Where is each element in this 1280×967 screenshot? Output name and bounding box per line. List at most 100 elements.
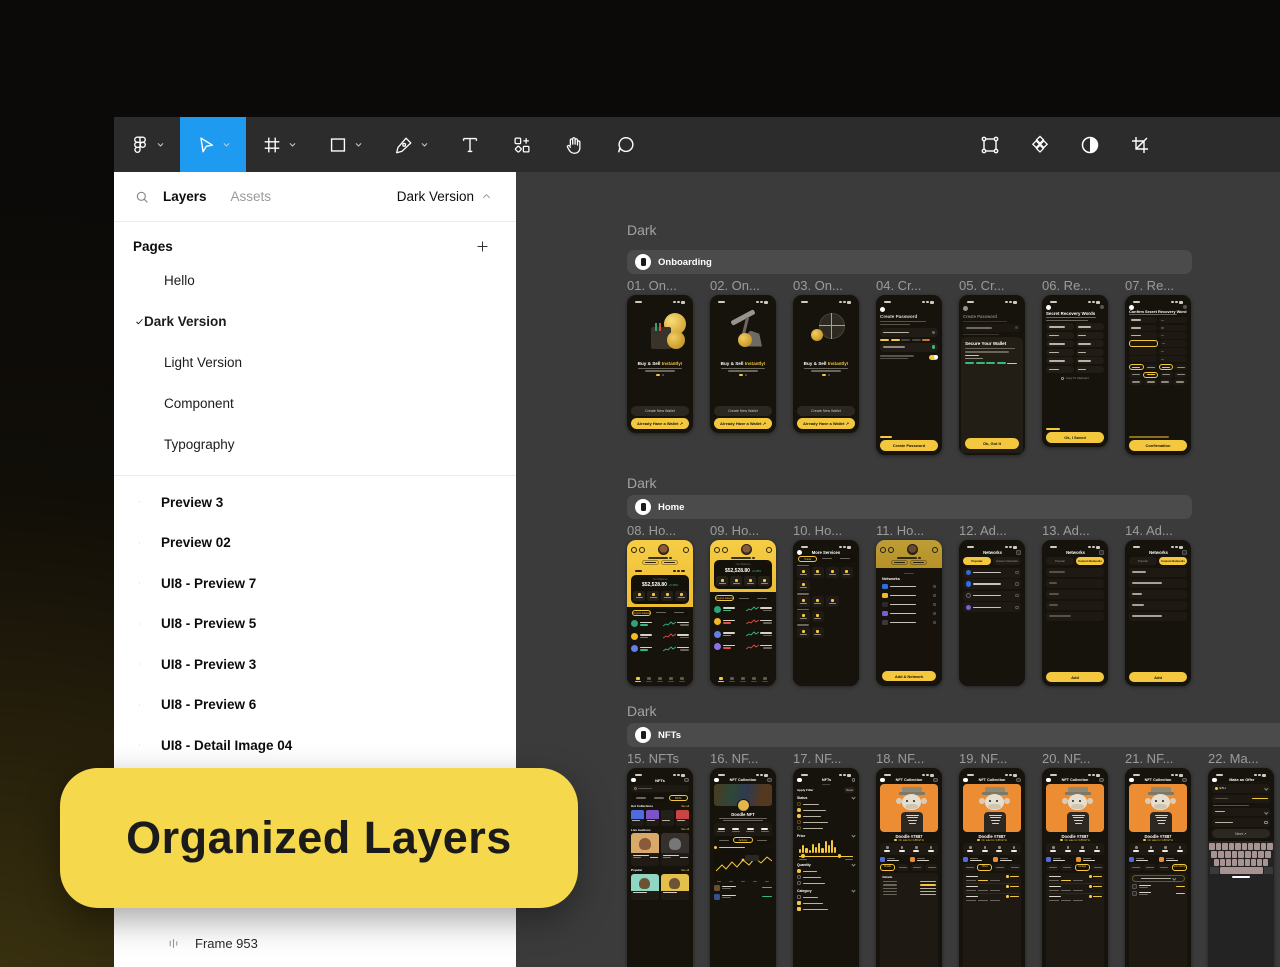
frame-title[interactable]: 03. On... <box>793 278 843 293</box>
key[interactable] <box>1209 843 1214 850</box>
app-screen-frame[interactable]: NFTsApply FilterResetStatusPriceQuantity… <box>793 768 859 967</box>
frame-item-5[interactable]: UI8 - Preview 3 <box>114 644 516 685</box>
key[interactable] <box>1254 843 1259 850</box>
app-screen-frame[interactable]: NetworksPopularCustom Networks <box>959 540 1025 686</box>
frame-title[interactable]: 17. NF... <box>793 751 841 766</box>
key[interactable] <box>1248 843 1253 850</box>
frame-title[interactable]: 14. Ad... <box>1125 523 1173 538</box>
app-screen-frame[interactable]: NFT CollectionDoodle #7887On sale for 3.… <box>1125 768 1191 967</box>
app-screen-frame[interactable]: NetworksPopularCustom NetworksAdd <box>1125 540 1191 686</box>
key[interactable] <box>1220 859 1225 866</box>
toolbar-mask[interactable] <box>1076 133 1104 157</box>
toolbar-crop[interactable] <box>1126 133 1154 157</box>
toolbar-actions-tool[interactable] <box>496 117 548 172</box>
key[interactable] <box>1225 851 1231 858</box>
key[interactable] <box>1222 843 1227 850</box>
tab-chip[interactable]: Trade <box>798 556 817 562</box>
section-header-bar[interactable]: Home <box>627 495 1192 519</box>
frame-title[interactable]: 08. Ho... <box>627 523 676 538</box>
app-screen-frame[interactable]: Create PasswordSecure Your WalletOk, Got… <box>959 295 1025 455</box>
key[interactable] <box>1229 843 1234 850</box>
app-screen-frame[interactable]: NetworksAdd A Network <box>876 540 942 686</box>
page-label[interactable]: Dark <box>627 222 657 238</box>
page-label[interactable]: Dark <box>627 703 657 719</box>
toolbar-edit-object[interactable] <box>976 133 1004 157</box>
page-item-light-version[interactable]: Light Version <box>114 342 516 383</box>
frame-title[interactable]: 13. Ad... <box>1042 523 1090 538</box>
key[interactable] <box>1238 859 1243 866</box>
tab-chip[interactable]: NFTs <box>669 795 688 801</box>
frame-title[interactable]: 18. NF... <box>876 751 924 766</box>
key[interactable] <box>1226 859 1231 866</box>
toolbar-pen-tool[interactable] <box>378 117 444 172</box>
toolbar-move-tool[interactable] <box>180 117 246 172</box>
tab-chip[interactable] <box>652 610 669 616</box>
key[interactable] <box>1261 843 1266 850</box>
space-key[interactable] <box>1220 867 1263 874</box>
search-icon[interactable] <box>134 189 150 205</box>
page-item-hello[interactable]: Hello <box>114 260 516 301</box>
frame-title[interactable]: 20. NF... <box>1042 751 1090 766</box>
app-screen-frame[interactable]: NFT CollectionDoodle NFTActivity <box>710 768 776 967</box>
frame-title[interactable]: 04. Cr... <box>876 278 922 293</box>
add-page-button[interactable] <box>475 239 490 254</box>
key[interactable] <box>1258 851 1264 858</box>
section-header-bar[interactable]: NFTs <box>627 723 1280 747</box>
key[interactable] <box>1267 843 1272 850</box>
frame-item-4[interactable]: UI8 - Preview 5 <box>114 604 516 645</box>
app-screen-frame[interactable]: Confirm Secret Recovery WordConfirmation <box>1125 295 1191 455</box>
key[interactable] <box>1245 859 1250 866</box>
tab-chip[interactable]: Activity <box>733 837 752 843</box>
key[interactable] <box>1232 859 1237 866</box>
key[interactable] <box>1238 851 1244 858</box>
frame-title[interactable]: 10. Ho... <box>793 523 842 538</box>
frame-title[interactable]: 05. Cr... <box>959 278 1005 293</box>
app-screen-frame[interactable]: NFTsNFTsHot CollectionsSee allLive Aucti… <box>627 768 693 967</box>
section-header-bar[interactable]: Onboarding <box>627 250 1192 274</box>
app-screen-frame[interactable]: Your Balance$52,528.80+5.38%Crypto Asset… <box>710 540 776 686</box>
app-screen-frame[interactable]: Secret Recovery WordsCopy To ClipboardOk… <box>1042 295 1108 447</box>
frame-title[interactable]: 06. Re... <box>1042 278 1091 293</box>
frame-item-2[interactable]: Preview 02 <box>114 523 516 564</box>
frame-title[interactable]: 09. Ho... <box>710 523 759 538</box>
frame-item-6[interactable]: UI8 - Preview 6 <box>114 685 516 726</box>
app-screen-frame[interactable]: Create PasswordCreate Password <box>876 295 942 455</box>
frame-title[interactable]: 01. On... <box>627 278 677 293</box>
shift-key[interactable] <box>1210 867 1219 874</box>
tab-chip[interactable] <box>754 595 771 601</box>
tab-layers[interactable]: Layers <box>163 189 207 204</box>
tab-chip[interactable] <box>650 795 667 801</box>
tab-chip[interactable] <box>671 610 688 616</box>
frame-title[interactable]: 12. Ad... <box>959 523 1007 538</box>
key[interactable] <box>1211 851 1217 858</box>
tab-chip[interactable] <box>632 795 649 801</box>
key[interactable] <box>1232 851 1238 858</box>
page-label[interactable]: Dark <box>627 475 657 491</box>
frame-title[interactable]: 16. NF... <box>710 751 758 766</box>
layer-item-frame-953[interactable]: Frame 953 <box>114 928 516 958</box>
version-dropdown[interactable]: Dark Version <box>397 189 492 204</box>
app-screen-frame[interactable]: NFT CollectionDoodle #7887On sale for 3.… <box>959 768 1025 967</box>
toolbar-figma-logo[interactable] <box>114 117 180 172</box>
tab-chip[interactable] <box>715 837 732 843</box>
toolbar-rectangle-tool[interactable] <box>312 117 378 172</box>
key[interactable] <box>1242 843 1247 850</box>
frame-item-7[interactable]: UI8 - Detail Image 04 <box>114 725 516 766</box>
tab-chip[interactable]: Crypto Assets <box>715 595 734 601</box>
page-item-component[interactable]: Component <box>114 383 516 424</box>
frame-item-3[interactable]: UI8 - Preview 7 <box>114 563 516 604</box>
key[interactable] <box>1265 851 1271 858</box>
key[interactable] <box>1235 843 1240 850</box>
page-item-dark-version[interactable]: Dark Version <box>114 301 516 342</box>
app-screen-frame[interactable]: Buy & SellInstantly!Create New WalletAlr… <box>793 295 859 433</box>
tab-chip[interactable]: Crypto Assets <box>632 610 651 616</box>
page-item-typography[interactable]: Typography <box>114 424 516 465</box>
app-screen-frame[interactable]: NFT CollectionDoodle #7887On sale for 3.… <box>1042 768 1108 967</box>
return-key[interactable] <box>1264 867 1273 874</box>
tab-assets[interactable]: Assets <box>231 189 272 204</box>
tab-chip[interactable] <box>837 556 854 562</box>
key[interactable] <box>1245 851 1251 858</box>
toolbar-frame-tool[interactable] <box>246 117 312 172</box>
key[interactable] <box>1252 851 1258 858</box>
frame-title[interactable]: 11. Ho... <box>876 523 924 538</box>
